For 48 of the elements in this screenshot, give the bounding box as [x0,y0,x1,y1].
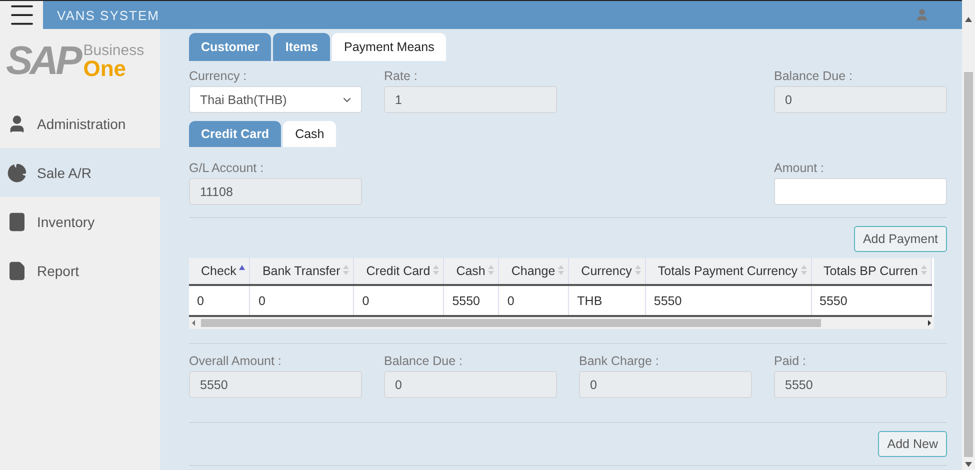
app-title: VANS SYSTEM [56,8,161,22]
field-label: Currency : [189,69,248,83]
input-field[interactable]: 5550 [774,371,947,398]
sidebar-item[interactable]: Sale A/R [0,148,160,197]
tab[interactable]: Payment Means [332,33,446,61]
input-field[interactable]: 1 [384,86,557,113]
sort-icon[interactable] [634,265,641,275]
input-field[interactable]: 0 [384,371,557,398]
field-label: Balance Due : [774,69,854,83]
horizontal-scrollbar[interactable] [189,317,934,329]
pie-chart-icon [7,162,27,182]
column-header[interactable]: Bank Transfer [250,258,354,285]
currency-select[interactable]: Thai Bath(THB) [189,86,362,113]
field-label: Balance Due : [384,354,464,368]
sidebar-item[interactable]: Administration [0,99,160,148]
sort-icon[interactable] [920,265,927,275]
column-header[interactable]: Totals Payment Currency [645,258,812,285]
field-label: Overall Amount : [189,354,282,368]
sort-icon[interactable] [558,265,564,275]
sort-icon[interactable] [343,265,350,275]
field-label: Paid : [774,354,807,368]
column-header[interactable]: Check [189,258,250,285]
column-header[interactable]: Totals BP Curren [811,258,932,285]
input-field[interactable]: 0 [774,86,947,113]
sidebar-item[interactable]: Report [0,246,160,295]
field-label: Rate : [384,69,418,83]
tab[interactable]: Cash [283,121,336,147]
field-label: Bank Charge : [579,354,660,368]
field-label: G/L Account : [189,161,265,175]
vertical-scrollbar[interactable] [962,0,975,470]
input-field[interactable]: 0 [579,371,752,398]
add-payment-button[interactable]: Add Payment [854,226,947,252]
sort-icon[interactable] [433,265,440,275]
sort-icon[interactable] [800,265,807,275]
column-header[interactable]: Credit Card [354,258,444,285]
user-icon[interactable] [915,8,929,22]
column-header[interactable]: Cash [444,258,499,285]
column-header[interactable]: Change [498,258,569,285]
sort-icon[interactable] [488,265,494,275]
column-header[interactable]: Currency [568,258,646,285]
add-new-button[interactable]: Add New [878,431,947,457]
sidebar-item[interactable]: Inventory [0,197,160,246]
document-icon [7,260,27,280]
menu-button[interactable] [0,1,43,29]
input-field[interactable] [774,178,947,205]
input-field[interactable]: 5550 [189,371,362,398]
input-field[interactable]: 11108 [189,178,362,205]
field-label: Amount : [774,161,826,175]
